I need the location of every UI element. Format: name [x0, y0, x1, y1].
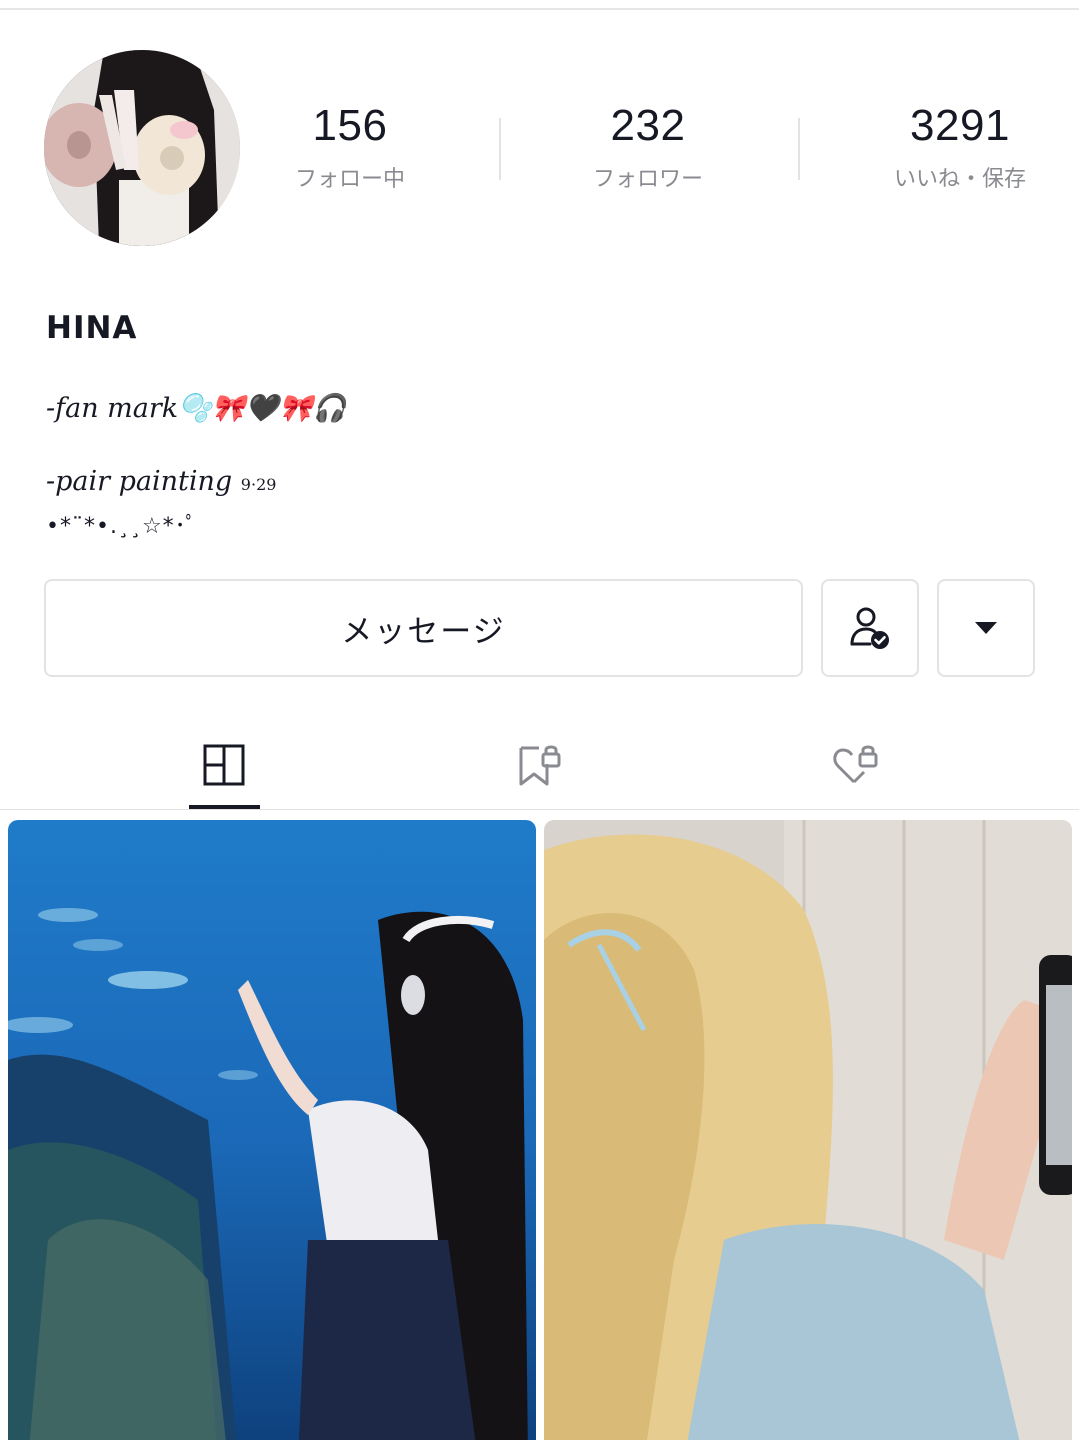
avatar[interactable] [44, 50, 240, 246]
friend-status-button[interactable] [821, 579, 919, 677]
video-thumbnail-image [8, 820, 536, 1440]
stat-separator [798, 118, 800, 180]
heart-lock-icon [833, 745, 878, 784]
tabs-divider [0, 809, 1079, 810]
tab-videos[interactable] [184, 730, 264, 800]
caret-down-icon [975, 622, 997, 634]
followers-label: フォロワー [592, 167, 703, 192]
bio-line-2: -pair painting 9·29 [46, 466, 276, 497]
likes-count: 3291 [910, 101, 1010, 150]
likes-label: いいね・保存 [893, 167, 1026, 192]
video-thumbnail[interactable] [544, 820, 1072, 1440]
following-label: フォロー中 [294, 167, 405, 192]
video-thumbnail[interactable] [8, 820, 536, 1440]
top-divider [0, 8, 1079, 10]
bio-line-2-text: -pair painting [46, 466, 233, 497]
bio-line-1: -fan mark🫧🎀🖤🎀🎧 [46, 393, 347, 424]
avatar-image [44, 50, 240, 246]
person-check-icon [850, 607, 889, 649]
more-options-button[interactable] [937, 579, 1035, 677]
profile-username: HINA [46, 310, 138, 346]
video-thumbnail-image [544, 820, 1072, 1440]
tab-liked[interactable] [816, 730, 896, 800]
grid-icon [203, 744, 245, 786]
following-count: 156 [312, 101, 388, 150]
followers-count: 232 [610, 101, 686, 150]
bio-line-3: •*¨*•.¸¸☆*･ﾟ [46, 514, 198, 539]
stat-following[interactable]: 156 フォロー中 [240, 98, 460, 194]
message-button[interactable]: メッセージ [44, 579, 803, 677]
stat-followers[interactable]: 232 フォロワー [538, 98, 758, 194]
stat-separator [499, 118, 501, 180]
tab-favorites[interactable] [500, 730, 580, 800]
message-button-label: メッセージ [341, 613, 506, 650]
bio-line-2-date: 9·29 [240, 475, 277, 494]
bookmark-lock-icon [519, 745, 561, 786]
stat-likes[interactable]: 3291 いいね・保存 [850, 98, 1070, 194]
